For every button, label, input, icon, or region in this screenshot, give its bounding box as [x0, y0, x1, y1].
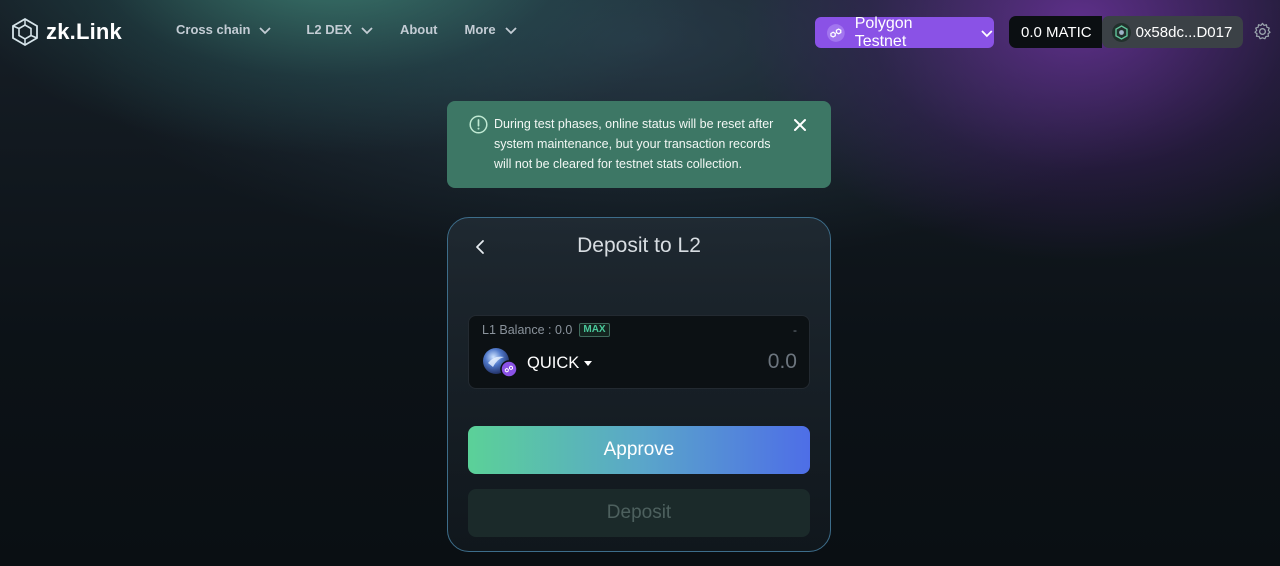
settings-gear-icon[interactable] — [1253, 22, 1272, 41]
brand-logo[interactable]: zk.Link — [10, 17, 122, 47]
token-selector[interactable]: QUICK — [482, 347, 593, 379]
testnet-notice: During test phases, online status will b… — [447, 101, 831, 188]
usd-value: - — [793, 323, 797, 337]
wallet-address-button[interactable]: 0x58dc...D017 — [1101, 16, 1244, 48]
nav-l2-dex-label: L2 DEX — [306, 22, 352, 37]
wallet-info: 0.0 MATIC 0x58dc...D017 — [1009, 16, 1244, 48]
approve-button[interactable]: Approve — [468, 426, 810, 474]
nav-l2-dex[interactable]: L2 DEX — [306, 22, 374, 37]
nav-more-label: More — [464, 22, 496, 37]
wallet-address: 0x58dc...D017 — [1135, 23, 1233, 41]
nav-cross-chain[interactable]: Cross chain — [176, 22, 272, 37]
brand-name: zk.Link — [46, 19, 122, 44]
network-label: Polygon Testnet — [854, 14, 913, 50]
nav-cross-chain-label: Cross chain — [176, 22, 251, 37]
nav-more[interactable]: More — [464, 22, 517, 37]
token-amount-panel: L1 Balance : 0.0 MAX - QUICK — [468, 315, 810, 389]
top-navbar: zk.Link Cross chain L2 DEX About More Po… — [0, 0, 1280, 64]
deposit-button[interactable]: Deposit — [468, 489, 810, 537]
chevron-down-icon — [504, 26, 517, 34]
deposit-card: Deposit to L2 L1 Balance : 0.0 MAX - QUI… — [447, 217, 831, 552]
max-button[interactable]: MAX — [579, 323, 610, 337]
nav-about-label: About — [399, 22, 438, 37]
network-selector[interactable]: Polygon Testnet — [815, 14, 994, 50]
deposit-title: Deposit to L2 — [577, 234, 701, 257]
nav-about[interactable]: About — [400, 22, 438, 37]
alert-circle-icon — [469, 115, 488, 134]
wallet-balance: 0.0 MATIC — [1009, 16, 1102, 48]
amount-input[interactable] — [657, 349, 797, 375]
l1-balance-label: L1 Balance : 0.0 — [482, 323, 573, 337]
token-name: QUICK — [527, 353, 580, 372]
chevron-down-icon — [259, 26, 272, 34]
zklink-logo-icon — [12, 17, 38, 47]
chevron-down-icon — [981, 29, 993, 37]
chevron-down-icon — [361, 26, 373, 34]
balance-row: L1 Balance : 0.0 MAX — [482, 323, 610, 337]
wallet-avatar-icon — [1111, 22, 1131, 42]
main-nav: Cross chain L2 DEX About More — [176, 22, 518, 37]
polygon-icon — [827, 23, 845, 42]
quick-token-icon — [483, 348, 518, 378]
close-icon[interactable] — [793, 118, 807, 132]
notice-text: During test phases, online status will b… — [494, 117, 774, 171]
caret-down-icon — [584, 360, 593, 366]
